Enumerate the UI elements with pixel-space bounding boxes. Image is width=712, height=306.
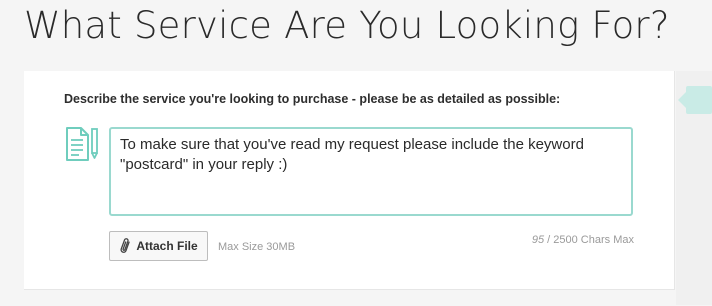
chars-used: 95 [531,234,545,246]
document-icon [66,127,98,161]
chars-max: / 2500 Chars Max [547,234,634,246]
service-form-card: Describe the service you're looking to p… [24,71,675,289]
page-title: What Service Are You Looking For? [24,4,670,47]
attach-file-button[interactable]: Attach File [109,231,208,261]
next-section-edge [24,289,675,306]
description-label: Describe the service you're looking to p… [64,92,561,106]
paperclip-icon [120,238,131,253]
service-description-field[interactable]: To make sure that you've read my request… [109,127,633,216]
character-counter: 95 / 2500 Chars Max [532,234,634,246]
attach-file-label: Attach File [136,239,198,253]
side-tooltip-highlight [678,86,712,114]
max-size-note: Max Size 30MB [218,241,296,253]
